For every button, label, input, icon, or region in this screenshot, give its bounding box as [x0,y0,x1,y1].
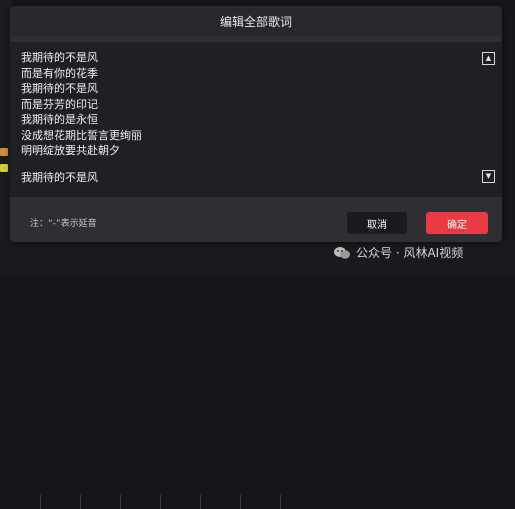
timeline-tick [120,495,121,509]
lyric-line[interactable]: 我期待的不是风 [21,50,142,66]
lyric-line[interactable]: 我期待的不是风 [21,169,98,185]
wechat-icon [334,246,350,259]
track-marker [0,148,8,156]
lyric-line[interactable]: 而是芬芳的印记 [21,97,142,113]
lyric-line[interactable]: 我期待的不是风 [21,81,142,97]
confirm-button[interactable]: 确定 [426,212,488,234]
lyric-line[interactable]: 明明绽放要共赴朝夕 [21,143,142,159]
timeline-tick [240,495,241,509]
dialog-header: 编辑全部歌词 [10,6,502,36]
lyric-line[interactable]: 没成想花期比誓言更绚丽 [21,128,142,144]
scroll-up-button[interactable]: ▲ [482,52,495,65]
watermark-text: 公众号 · 风林AI视频 [356,246,464,260]
watermark: 公众号 · 风林AI视频 [333,244,463,261]
cancel-button[interactable]: 取消 [347,212,407,234]
triangle-up-icon: ▲ [485,54,492,62]
timeline-tick [40,495,41,509]
sustain-note: 注：“-”表示延音 [30,219,97,229]
edit-lyrics-dialog: 编辑全部歌词 我期待的不是风 而是有你的花季 我期待的不是风 而是芬芳的印记 我… [10,6,502,242]
triangle-down-icon: ▼ [485,172,492,180]
scroll-down-button[interactable]: ▼ [482,170,495,183]
dialog-title: 编辑全部歌词 [219,14,292,29]
timeline-tick [80,495,81,509]
timeline-tick [160,495,161,509]
lyrics-editor[interactable]: 我期待的不是风 而是有你的花季 我期待的不是风 而是芬芳的印记 我期待的是永恒 … [10,42,502,197]
timeline-tick [200,495,201,509]
track-marker [0,164,8,172]
lyric-line[interactable]: 我期待的是永恒 [21,112,142,128]
timeline-tick [280,495,281,509]
lyric-line[interactable]: 而是有你的花季 [21,66,142,82]
lyrics-list: 我期待的不是风 而是有你的花季 我期待的不是风 而是芬芳的印记 我期待的是永恒 … [21,50,142,159]
